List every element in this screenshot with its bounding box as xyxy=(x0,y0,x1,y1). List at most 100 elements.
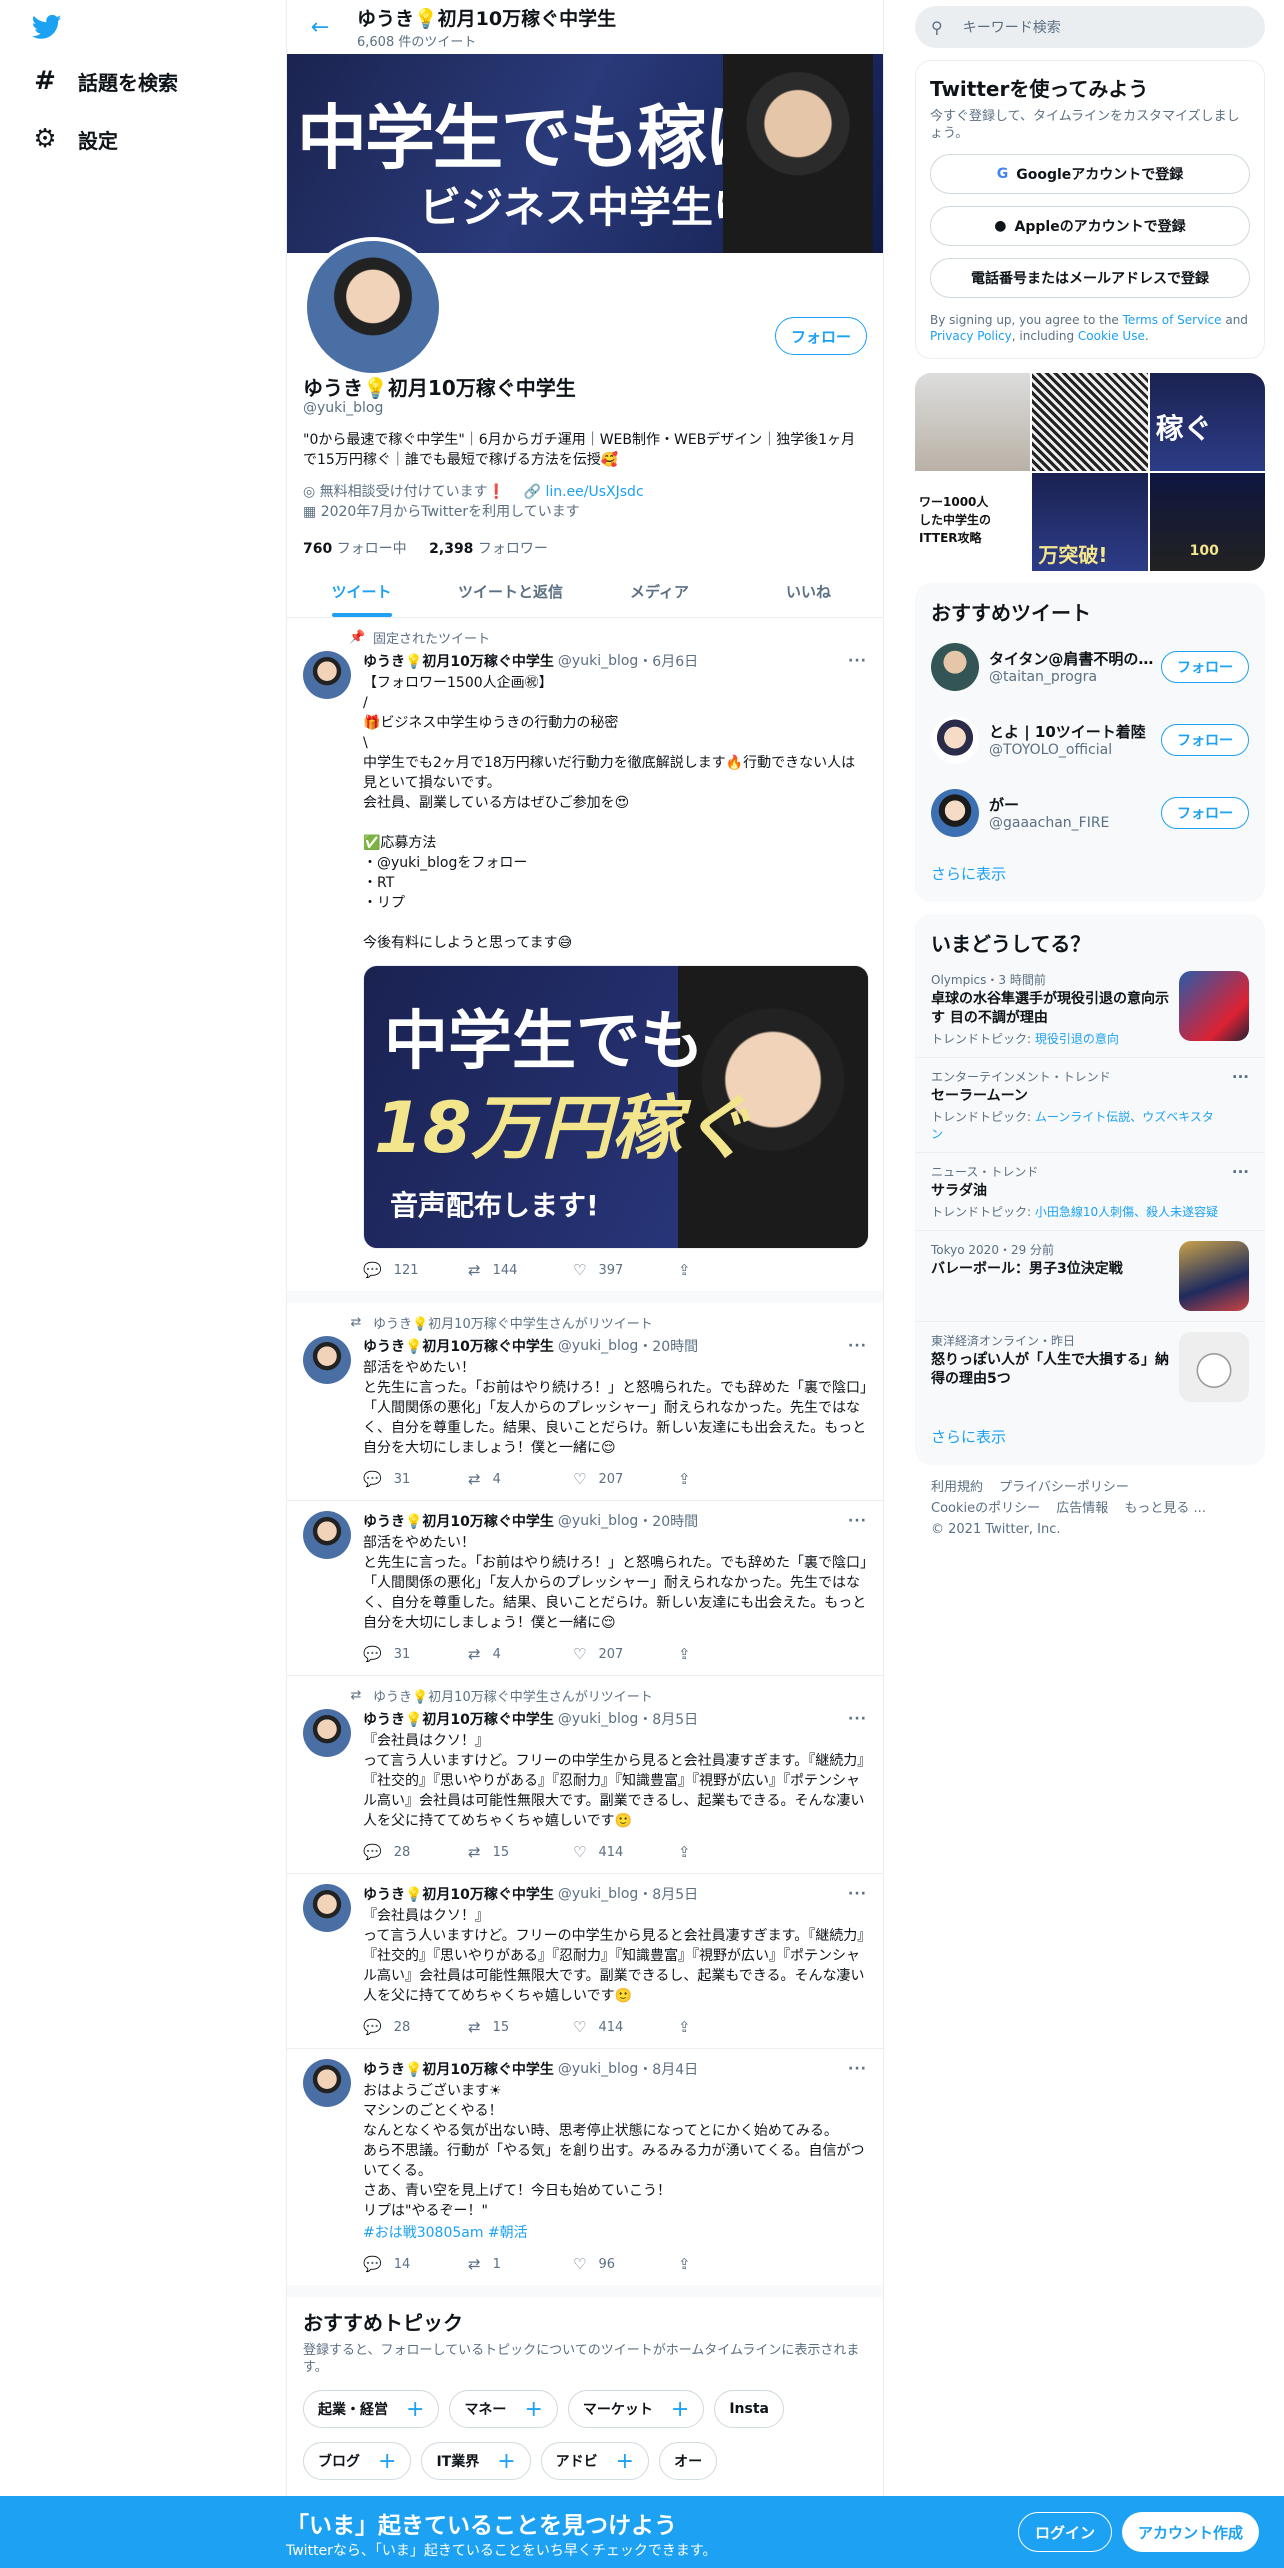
tweet-time[interactable]: ・8月4日 xyxy=(638,2059,698,2079)
reply-button[interactable]: 💬 14 xyxy=(363,2255,468,2273)
recommended-user[interactable]: がー @gaaachan_FIRE フォロー xyxy=(915,776,1265,849)
reply-button[interactable]: 💬 31 xyxy=(363,1470,468,1488)
tweet-author-name[interactable]: ゆうき💡初月10万稼ぐ中学生 xyxy=(363,1884,554,1904)
avatar[interactable] xyxy=(303,651,351,699)
tweet[interactable]: ゆうき💡初月10万稼ぐ中学生 @yuki_blog ・8月4日 ··· おはよう… xyxy=(287,2049,883,2297)
cookie-link[interactable]: Cookie Use xyxy=(1078,329,1145,343)
tweet-time[interactable]: ・20時間 xyxy=(638,1511,698,1531)
trend-item[interactable]: ニュース・トレンド サラダ油 トレンドトピック: 小田急線10人刺傷、殺人未遂容… xyxy=(915,1152,1265,1230)
more-icon[interactable]: ··· xyxy=(1232,1068,1249,1142)
avatar[interactable] xyxy=(303,1884,351,1932)
follow-button[interactable]: フォロー xyxy=(1161,796,1249,829)
like-button[interactable]: ♡ 207 xyxy=(573,1470,678,1488)
like-button[interactable]: ♡ 96 xyxy=(573,2255,678,2273)
tab-tweets[interactable]: ツイート xyxy=(287,566,436,617)
retweet-button[interactable]: ⇄ 4 xyxy=(468,1470,573,1488)
tweet-author-name[interactable]: ゆうき💡初月10万稼ぐ中学生 xyxy=(363,1336,554,1356)
tweet-time[interactable]: ・6月6日 xyxy=(638,651,698,671)
profile-banner[interactable]: 中学生でも稼げる! ビジネス中学生ゆうき xyxy=(287,54,883,253)
show-more-link[interactable]: さらに表示 xyxy=(915,849,1265,902)
profile-link[interactable]: lin.ee/UsXJsdc xyxy=(545,484,643,500)
tweet-author-name[interactable]: ゆうき💡初月10万稼ぐ中学生 xyxy=(363,651,554,671)
tab-media[interactable]: メディア xyxy=(585,566,734,617)
avatar[interactable] xyxy=(303,2059,351,2107)
back-arrow-icon[interactable]: ← xyxy=(303,10,337,44)
retweet-button[interactable]: ⇄ 15 xyxy=(468,1843,573,1861)
more-icon[interactable]: ··· xyxy=(848,2061,867,2077)
tweet[interactable]: ⇄ ゆうき💡初月10万稼ぐ中学生さんがリツイート ゆうき💡初月10万稼ぐ中学生 @… xyxy=(287,1303,883,1501)
avatar[interactable] xyxy=(931,642,979,691)
apple-signup-button[interactable]: ● Appleのアカウントで登録 xyxy=(930,206,1250,246)
topic-chip[interactable]: オー xyxy=(659,2442,718,2480)
recommended-user[interactable]: タイタン@肩書不明の… @taitan_progra フォロー xyxy=(915,630,1265,703)
following-link[interactable]: 760 フォロー中 xyxy=(303,541,407,557)
followers-link[interactable]: 2,398 フォロワー xyxy=(429,541,548,557)
tos-link[interactable]: Terms of Service xyxy=(1123,313,1222,327)
like-button[interactable]: ♡ 414 xyxy=(573,2018,678,2036)
nav-explore[interactable]: # 話題を検索 xyxy=(30,66,178,96)
show-more-link[interactable]: さらに表示 xyxy=(915,1412,1265,1465)
topic-chip[interactable]: Insta xyxy=(714,2390,784,2428)
tweet-image[interactable]: 中学生でも 18万円稼ぐ 音声配布します! xyxy=(363,965,869,1249)
tweet[interactable]: ゆうき💡初月10万稼ぐ中学生 @yuki_blog ・8月5日 ··· 『会社員… xyxy=(287,1874,883,2049)
more-icon[interactable]: ··· xyxy=(848,653,867,669)
tweet-author-name[interactable]: ゆうき💡初月10万稼ぐ中学生 xyxy=(363,2059,554,2079)
nav-settings[interactable]: ⚙ 設定 xyxy=(30,124,118,154)
tab-tweets-replies[interactable]: ツイートと返信 xyxy=(436,566,585,617)
tweet-author-name[interactable]: ゆうき💡初月10万稼ぐ中学生 xyxy=(363,1709,554,1729)
retweet-button[interactable]: ⇄ 1 xyxy=(468,2255,573,2273)
avatar[interactable] xyxy=(303,1709,351,1757)
footer-link[interactable]: 広告情報 xyxy=(1056,1501,1108,1516)
trend-item[interactable]: Tokyo 2020・29 分前 バレーボール：男子3位決定戦 xyxy=(915,1230,1265,1321)
more-icon[interactable]: ··· xyxy=(848,1886,867,1902)
tweet-hashtags[interactable]: #おは戦30805am #朝活 xyxy=(363,2223,867,2243)
profile-avatar[interactable] xyxy=(303,237,443,377)
topic-chip[interactable]: アドビ + xyxy=(540,2442,650,2480)
photo-thumb[interactable] xyxy=(915,373,1031,471)
tweet-time[interactable]: ・20時間 xyxy=(638,1336,698,1356)
topic-chip[interactable]: 起業・経営 + xyxy=(303,2390,440,2428)
tweet[interactable]: 📌 固定されたツイート ゆうき💡初月10万稼ぐ中学生 @yuki_blog ・6月… xyxy=(287,618,883,1303)
footer-link[interactable]: プライバシーポリシー xyxy=(999,1480,1129,1495)
phone-signup-button[interactable]: 電話番号またはメールアドレスで登録 xyxy=(930,258,1250,298)
more-icon[interactable]: ··· xyxy=(848,1338,867,1354)
more-icon[interactable]: ··· xyxy=(848,1513,867,1529)
follow-button[interactable]: フォロー xyxy=(774,317,867,355)
retweet-button[interactable]: ⇄ 15 xyxy=(468,2018,573,2036)
tweet-author-name[interactable]: ゆうき💡初月10万稼ぐ中学生 xyxy=(363,1511,554,1531)
avatar[interactable] xyxy=(931,788,979,837)
tab-likes[interactable]: いいね xyxy=(734,566,883,617)
photo-thumb[interactable]: ワー1000人 した中学生の ITTER攻略 xyxy=(915,473,1031,571)
photo-thumb[interactable] xyxy=(1032,373,1148,471)
share-button[interactable]: ⇪ xyxy=(678,1470,783,1488)
photo-thumb[interactable]: 万突破! xyxy=(1032,473,1148,571)
topic-chip[interactable]: ブログ + xyxy=(303,2442,412,2480)
avatar[interactable] xyxy=(931,715,979,764)
trend-item[interactable]: Olympics・3 時間前 卓球の水谷隼選手が現役引退の意向示す 目の不調が理… xyxy=(915,961,1265,1057)
like-button[interactable]: ♡ 414 xyxy=(573,1843,678,1861)
topic-chip[interactable]: マネー + xyxy=(449,2390,558,2428)
topic-chip[interactable]: IT業界 + xyxy=(421,2442,531,2480)
like-button[interactable]: ♡ 207 xyxy=(573,1645,678,1663)
footer-link[interactable]: 利用規約 xyxy=(931,1480,983,1495)
signup-button[interactable]: アカウント作成 xyxy=(1122,2512,1260,2552)
follow-button[interactable]: フォロー xyxy=(1161,723,1249,756)
avatar[interactable] xyxy=(303,1336,351,1384)
retweet-button[interactable]: ⇄ 4 xyxy=(468,1645,573,1663)
share-button[interactable]: ⇪ xyxy=(678,1645,783,1663)
photo-thumb[interactable]: 稼ぐ xyxy=(1149,373,1265,471)
photo-thumb[interactable]: 100 xyxy=(1149,473,1265,571)
privacy-link[interactable]: Privacy Policy xyxy=(930,329,1012,343)
like-button[interactable]: ♡ 397 xyxy=(573,1261,678,1279)
reply-button[interactable]: 💬 28 xyxy=(363,1843,468,1861)
recommended-user[interactable]: とよ | 10ツイート着陸 @TOYOLO_official フォロー xyxy=(915,703,1265,776)
tweet-time[interactable]: ・8月5日 xyxy=(638,1884,698,1904)
trend-item[interactable]: エンターテインメント・トレンド セーラームーン トレンドトピック: ムーンライト… xyxy=(915,1057,1265,1152)
retweet-button[interactable]: ⇄ 144 xyxy=(468,1261,573,1279)
footer-link[interactable]: もっと見る ... xyxy=(1124,1501,1206,1516)
reply-button[interactable]: 💬 31 xyxy=(363,1645,468,1663)
tweet[interactable]: ゆうき💡初月10万稼ぐ中学生 @yuki_blog ・20時間 ··· 部活をや… xyxy=(287,1501,883,1676)
topic-chip[interactable]: マーケット + xyxy=(567,2390,705,2428)
reply-button[interactable]: 💬 28 xyxy=(363,2018,468,2036)
reply-button[interactable]: 💬 121 xyxy=(363,1261,468,1279)
